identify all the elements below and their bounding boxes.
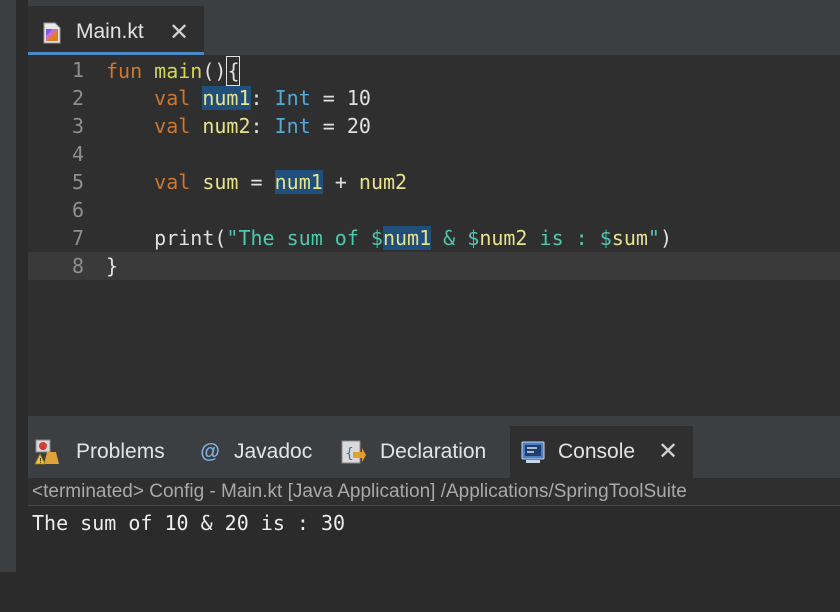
svg-text:{: { xyxy=(345,446,354,462)
variable: num2 xyxy=(202,114,251,138)
template-variable: num2 xyxy=(479,226,528,250)
template-variable-highlighted: num1 xyxy=(382,226,432,250)
variable-highlighted: num1 xyxy=(274,170,323,194)
close-brace: } xyxy=(106,254,119,278)
equals: = xyxy=(250,170,263,194)
line-number: 2 xyxy=(71,86,84,110)
line-number: 7 xyxy=(71,226,84,250)
line-number: 1 xyxy=(71,58,84,82)
function-name: main xyxy=(154,59,203,83)
parens: () xyxy=(202,59,227,83)
tab-main-kt[interactable]: Main.kt ✕ xyxy=(28,6,204,55)
bottom-panel: ! Problems @ Javadoc { Declaration Conso… xyxy=(28,426,840,612)
string-literal: is : $ xyxy=(527,226,612,250)
keyword: val xyxy=(154,86,191,110)
line-number: 5 xyxy=(71,170,84,194)
type-name: Int xyxy=(274,114,311,138)
type-name: Int xyxy=(274,86,311,110)
panel-tab-bar: ! Problems @ Javadoc { Declaration Conso… xyxy=(28,426,840,478)
declaration-icon: { xyxy=(341,440,366,464)
sash[interactable] xyxy=(16,0,28,612)
open-brace: { xyxy=(226,56,241,86)
string-literal: & $ xyxy=(431,226,480,250)
console-status: <terminated> Config - Main.kt [Java Appl… xyxy=(28,478,840,506)
tab-declaration[interactable]: { Declaration xyxy=(338,426,508,478)
string-literal: " xyxy=(647,226,660,250)
close-icon[interactable]: ✕ xyxy=(658,426,678,478)
colon: : xyxy=(250,86,263,110)
tab-declaration-label: Declaration xyxy=(380,440,487,463)
line-number: 4 xyxy=(71,142,84,166)
line-number: 6 xyxy=(71,198,84,222)
current-line-highlight xyxy=(28,252,840,280)
code-line-3: val num2: Int = 20 xyxy=(106,112,371,140)
code-editor[interactable]: Main.kt ✕ 1 2 3 4 5 6 7 8 fun main(){ va… xyxy=(28,0,840,416)
svg-text:!: ! xyxy=(39,457,42,465)
plus: + xyxy=(334,170,347,194)
close-icon[interactable]: ✕ xyxy=(169,21,189,45)
tab-console[interactable]: Console ✕ xyxy=(510,426,693,478)
keyword: val xyxy=(154,114,191,138)
code-line-7: print("The sum of $num1 & $num2 is : $su… xyxy=(106,224,672,252)
tab-problems[interactable]: ! Problems xyxy=(28,426,188,478)
code-line-8: } xyxy=(106,252,118,280)
console-icon xyxy=(521,441,545,463)
function-call: print( xyxy=(154,226,227,250)
line-number: 8 xyxy=(71,254,84,278)
template-variable: sum xyxy=(611,226,648,250)
colon: : xyxy=(250,114,263,138)
variable: num2 xyxy=(358,170,408,194)
code-line-5: val sum = num1 + num2 xyxy=(106,168,407,196)
variable-highlighted: num1 xyxy=(202,86,251,110)
keyword: fun xyxy=(106,59,143,83)
problems-icon: ! xyxy=(34,439,59,465)
javadoc-at-icon: @ xyxy=(200,441,220,463)
code-line-2: val num1: Int = 10 xyxy=(106,84,371,112)
tab-problems-label: Problems xyxy=(76,440,165,463)
assignment: = 10 xyxy=(322,86,371,110)
keyword: val xyxy=(154,170,191,194)
assignment: = 20 xyxy=(322,114,371,138)
editor-panel-splitter[interactable] xyxy=(28,416,840,426)
console-output[interactable]: The sum of 10 & 20 is : 30 xyxy=(32,508,345,538)
editor-tab-bar: Main.kt ✕ xyxy=(28,0,840,55)
tab-javadoc[interactable]: @ Javadoc xyxy=(194,426,334,478)
left-side-strip xyxy=(0,0,16,612)
tab-label: Main.kt xyxy=(76,20,144,43)
close-paren: ) xyxy=(659,226,672,250)
string-literal: "The sum of $ xyxy=(226,226,383,250)
code-area[interactable]: 1 2 3 4 5 6 7 8 fun main(){ val num1: In… xyxy=(28,56,840,416)
tab-console-label: Console xyxy=(558,440,636,463)
line-number: 3 xyxy=(71,114,84,138)
tab-javadoc-label: Javadoc xyxy=(234,440,313,463)
variable: sum xyxy=(202,170,239,194)
kotlin-file-icon xyxy=(43,22,61,44)
code-line-1: fun main(){ xyxy=(106,56,241,86)
